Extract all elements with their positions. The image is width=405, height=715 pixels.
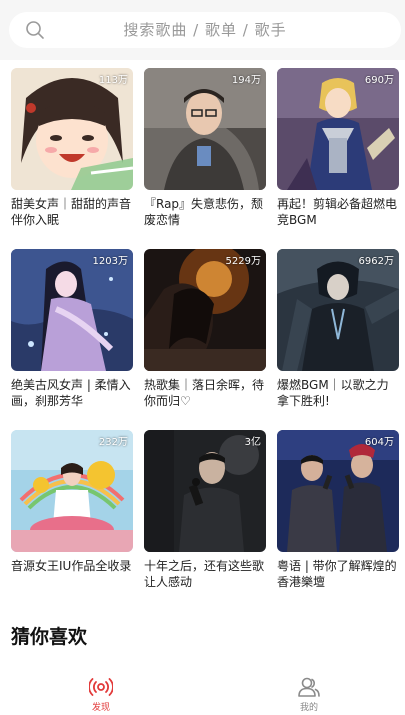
radio-waves-icon: [89, 678, 113, 696]
playlist-title: 甜美女声｜甜甜的声音伴你入眠: [11, 197, 132, 227]
playlist-cover[interactable]: 113万: [11, 68, 133, 190]
tab-mine-label: 我的: [299, 703, 318, 713]
user-icon: [298, 677, 320, 697]
search-input[interactable]: [9, 12, 401, 48]
playlist-card[interactable]: 6962万 爆燃BGM｜以歌之力拿下胜利!: [277, 249, 399, 409]
playlist-title: 『Rap』失意悲伤，颓废恋情: [144, 197, 264, 227]
playlist-card[interactable]: 690万 再起！剪辑必备超燃电竞BGM: [277, 68, 399, 228]
bottom-nav: 发现 我的: [0, 672, 405, 715]
playlist-cover[interactable]: 690万: [277, 68, 399, 190]
playlist-cover[interactable]: 194万: [144, 68, 266, 190]
playlist-card[interactable]: 604万 粤语 | 带你了解辉煌的香港樂壇: [277, 430, 399, 590]
play-count: 690万: [364, 75, 394, 86]
playlist-card[interactable]: 1203万 绝美古风女声 | 柔情入画，刹那芳华: [11, 249, 133, 409]
tab-discover[interactable]: 发现: [71, 676, 131, 713]
section-title: 猜你喜欢: [11, 626, 88, 648]
play-count: 604万: [364, 437, 394, 448]
playlist-cover[interactable]: 5229万: [144, 249, 266, 371]
play-count: 5229万: [225, 256, 261, 267]
playlist-title: 爆燃BGM｜以歌之力拿下胜利!: [277, 378, 389, 408]
play-count: 232万: [98, 437, 128, 448]
playlist-cover[interactable]: 1203万: [11, 249, 133, 371]
playlist-card[interactable]: 194万 『Rap』失意悲伤，颓废恋情: [144, 68, 266, 228]
search-bar[interactable]: [9, 12, 401, 48]
playlist-title: 十年之后，还有这些歌让人感动: [144, 559, 265, 589]
playlist-title: 绝美古风女声 | 柔情入画，刹那芳华: [11, 378, 131, 408]
playlist-title: 再起！剪辑必备超燃电竞BGM: [277, 197, 398, 227]
tab-discover-label: 发现: [91, 703, 110, 713]
playlist-card[interactable]: 3亿 十年之后，还有这些歌让人感动: [144, 430, 266, 590]
playlist-cover[interactable]: 3亿: [144, 430, 266, 552]
playlist-card[interactable]: 232万 音源女王IU作品全收录: [11, 430, 133, 590]
play-count: 113万: [98, 75, 128, 86]
playlist-cover[interactable]: 604万: [277, 430, 399, 552]
search-area: [0, 0, 405, 60]
playlist-cover[interactable]: 232万: [11, 430, 133, 552]
playlist-title: 音源女王IU作品全收录: [11, 559, 132, 573]
play-count: 194万: [231, 75, 261, 86]
playlist-card[interactable]: 5229万 热歌集｜落日余晖，待你而归♡: [144, 249, 266, 409]
playlist-cover[interactable]: 6962万: [277, 249, 399, 371]
playlist-title: 粤语 | 带你了解辉煌的香港樂壇: [277, 559, 397, 589]
play-count: 3亿: [244, 437, 261, 448]
play-count: 6962万: [358, 256, 394, 267]
play-count: 1203万: [92, 256, 128, 267]
playlist-card[interactable]: 113万 甜美女声｜甜甜的声音伴你入眠: [11, 68, 133, 228]
playlist-title: 热歌集｜落日余晖，待你而归♡: [144, 378, 265, 408]
tab-mine[interactable]: 我的: [279, 676, 339, 713]
